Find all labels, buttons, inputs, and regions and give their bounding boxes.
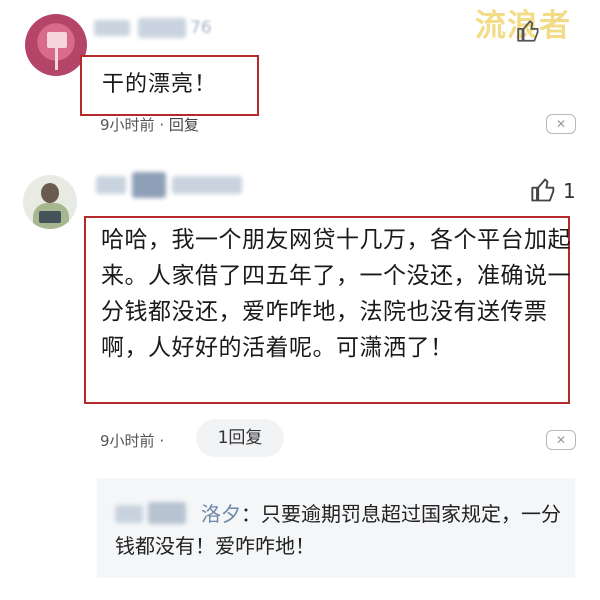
thumbs-up-icon	[531, 178, 555, 202]
like-button[interactable]	[530, 176, 558, 210]
avatar[interactable]	[25, 14, 87, 76]
dismiss-button[interactable]: ✕	[546, 114, 576, 134]
avatar-laptop-graphic	[39, 211, 61, 223]
view-replies-button[interactable]: 1回复	[196, 419, 284, 457]
username-blurred[interactable]	[172, 176, 242, 194]
reply-colon: ：	[241, 502, 261, 526]
comment-text: 哈哈，我一个朋友网贷十几万，各个平台加起来。人家借了四五年了，一个没还，准确说一…	[101, 227, 571, 361]
reply-link[interactable]: 回复	[169, 116, 199, 134]
avatar[interactable]	[23, 175, 77, 229]
comment-meta: 9小时前 · 回复	[100, 114, 199, 135]
reply-author-name[interactable]: 洛夕	[201, 502, 241, 526]
avatar-pole-graphic	[55, 48, 58, 70]
comment-text: 干的漂亮！	[102, 72, 218, 97]
comment-time: 9小时前	[100, 116, 155, 134]
meta-separator: ·	[159, 116, 165, 134]
username-blurred[interactable]	[96, 176, 126, 194]
username-suffix[interactable]: 76	[190, 18, 212, 38]
avatar-head-graphic	[41, 183, 59, 203]
username-blurred[interactable]	[138, 18, 186, 38]
reply-text: 只要逾期罚息超过国家规定，一分钱都没有！爱咋咋地！	[115, 502, 561, 558]
like-count: 1	[563, 179, 576, 203]
like-button[interactable]	[516, 18, 576, 48]
comment-time: 9小时前	[100, 432, 155, 450]
avatar-flag-graphic	[47, 32, 67, 48]
meta-separator: ·	[159, 432, 165, 450]
username-blurred[interactable]	[94, 20, 130, 36]
comment-meta: 9小时前 ·	[100, 430, 164, 451]
dismiss-button[interactable]: ✕	[546, 430, 576, 450]
username-blurred[interactable]	[132, 172, 166, 198]
reply-content: 洛夕：只要逾期罚息超过国家规定，一分钱都没有！爱咋咋地！	[115, 498, 565, 562]
thumbs-up-icon	[517, 20, 539, 42]
